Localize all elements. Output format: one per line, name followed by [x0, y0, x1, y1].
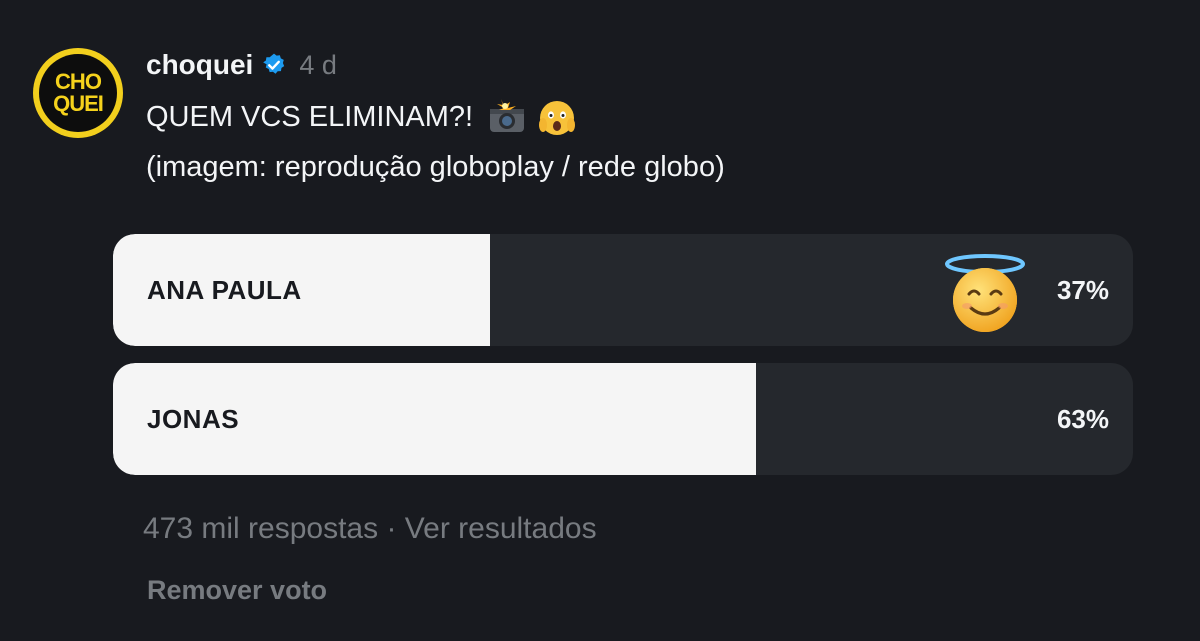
camera-flash-emoji-icon [490, 99, 525, 132]
username-link[interactable]: choquei [146, 49, 253, 81]
poll-response-count: 473 mil respostas [143, 512, 379, 545]
poll-option-percent: 63% [1056, 404, 1109, 434]
poll-option-ana-paula[interactable]: ANA PAULA 37% [113, 234, 1133, 346]
poll-option-jonas[interactable]: JONAS 63% [113, 363, 1133, 475]
avatar-logo-text-bottom: QUEI [53, 91, 104, 116]
poll-option-label: JONAS [147, 404, 240, 434]
avatar-logo-text-top: CHO [55, 69, 102, 94]
poll-option-percent: 37% [1056, 275, 1109, 305]
threads-post: CHO QUEI choquei 4 d QUEM VCS ELIMINAM?! [0, 0, 1200, 641]
footer-separator: · [386, 512, 397, 545]
post-timestamp: 4 d [299, 49, 337, 80]
post-header: choquei 4 d [146, 46, 337, 84]
caption-text-line2: (imagem: reprodução globoplay / rede glo… [146, 151, 725, 183]
remove-vote-button[interactable]: Remover voto [147, 575, 327, 606]
screaming-face-emoji-icon [539, 101, 576, 135]
poll-footer: 473 mil respostas · Ver resultados [143, 512, 597, 546]
avatar[interactable]: CHO QUEI [33, 48, 123, 138]
view-results-link[interactable]: Ver resultados [405, 512, 597, 545]
verified-badge-icon [263, 53, 285, 74]
poll-option-label: ANA PAULA [147, 275, 302, 305]
post-caption: QUEM VCS ELIMINAM?! (imagem: reprodução … [146, 92, 725, 192]
caption-text-line1: QUEM VCS ELIMINAM?! [146, 101, 474, 133]
avatar-logo: CHO QUEI [39, 54, 117, 132]
poll: ANA PAULA 37% JONAS 63% [113, 234, 1133, 492]
smiling-face-with-halo-icon [945, 254, 1025, 332]
